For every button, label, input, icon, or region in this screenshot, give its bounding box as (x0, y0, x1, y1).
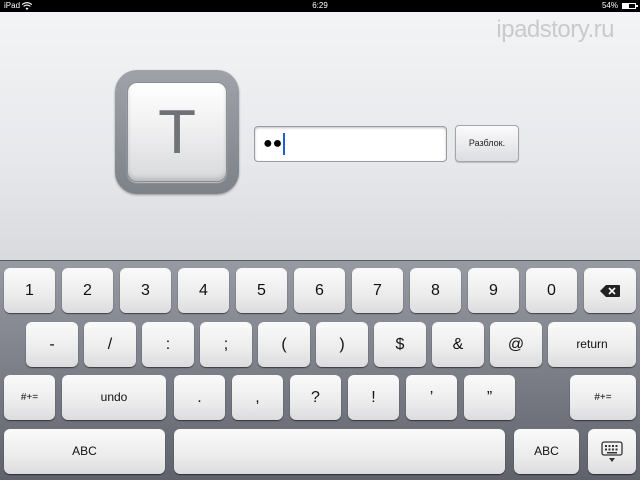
key-quote[interactable]: ” (464, 375, 515, 420)
key-close-paren[interactable]: ) (316, 322, 368, 367)
text-cursor (283, 132, 286, 155)
key-semicolon[interactable]: ; (200, 322, 252, 367)
key-colon[interactable]: : (142, 322, 194, 367)
key-comma[interactable]: , (232, 375, 283, 420)
battery-percent: 54% (601, 1, 618, 10)
symbols-toggle-right[interactable]: #+= (570, 375, 636, 420)
key-9[interactable]: 9 (468, 268, 519, 313)
dismiss-keyboard-key[interactable] (588, 429, 636, 474)
return-key[interactable]: return (548, 322, 636, 367)
key-3[interactable]: 3 (120, 268, 171, 313)
symbols-toggle-left[interactable]: #+= (4, 375, 55, 420)
key-apostrophe[interactable]: ’ (406, 375, 457, 420)
text-app-icon: T (115, 70, 239, 194)
backspace-icon (600, 284, 620, 297)
unlock-button[interactable]: Разблок. (455, 125, 519, 162)
battery-icon (622, 3, 638, 9)
key-open-paren[interactable]: ( (258, 322, 310, 367)
backspace-key[interactable] (584, 268, 636, 313)
key-exclamation[interactable]: ! (348, 375, 399, 420)
key-dollar[interactable]: $ (374, 322, 426, 367)
key-7[interactable]: 7 (352, 268, 403, 313)
password-value: ●● (263, 135, 283, 152)
key-2[interactable]: 2 (62, 268, 113, 313)
keyboard: 1 2 3 4 5 6 7 8 9 0 - / : ; ( ) $ & @ re… (0, 260, 640, 480)
password-field[interactable]: ●● (254, 126, 447, 162)
abc-key-left[interactable]: ABC (4, 429, 165, 474)
key-ampersand[interactable]: & (432, 322, 484, 367)
key-at[interactable]: @ (490, 322, 542, 367)
key-slash[interactable]: / (84, 322, 136, 367)
status-bar: iPad 6:29 54% (0, 0, 640, 12)
space-bar[interactable] (174, 429, 505, 474)
key-period[interactable]: . (174, 375, 225, 420)
key-5[interactable]: 5 (236, 268, 287, 313)
key-0[interactable]: 0 (526, 268, 577, 313)
keyboard-dismiss-icon (601, 441, 623, 462)
key-8[interactable]: 8 (410, 268, 461, 313)
key-question[interactable]: ? (290, 375, 341, 420)
key-4[interactable]: 4 (178, 268, 229, 313)
lock-screen: ipadstory.ru T ●● Разблок. (0, 12, 640, 260)
abc-key-right[interactable]: ABC (514, 429, 579, 474)
clock: 6:29 (312, 1, 328, 10)
key-1[interactable]: 1 (4, 268, 55, 313)
app-icon-letter: T (158, 98, 196, 167)
undo-key[interactable]: undo (62, 375, 166, 420)
key-6[interactable]: 6 (294, 268, 345, 313)
key-hyphen[interactable]: - (26, 322, 78, 367)
watermark: ipadstory.ru (496, 16, 614, 43)
